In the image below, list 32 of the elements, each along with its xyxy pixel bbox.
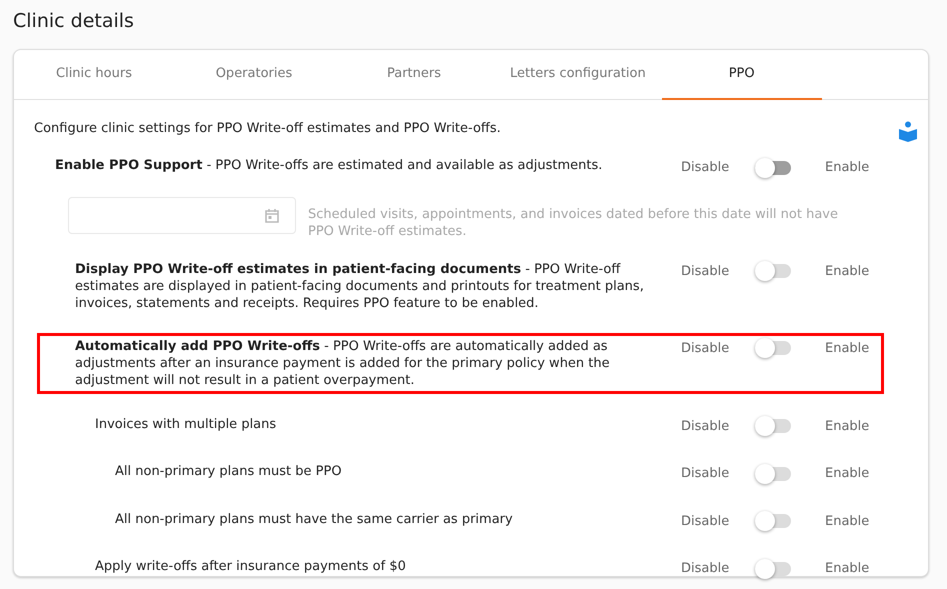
setting-description: Display PPO Write-off estimates in patient-facing documents - PPO Write-off estimates are displayed in patient-facing documents and printouts for treatment plans, invoices, statements and receipts. Requires PPO feature to be enabled. (75, 262, 644, 310)
disable-label: Disable (681, 262, 730, 280)
disable-label: Disable (681, 560, 730, 578)
date-note: Scheduled visits, appointments, and invoices dated before this date will not have PPO Write-off estimates. (308, 206, 839, 240)
enable-label: Enable (825, 560, 870, 578)
disable-label: Disable (681, 465, 730, 483)
tab[interactable]: Partners (334, 50, 494, 100)
setting-description: Enable PPO Support - PPO Write-offs are estimated and available as adjustments. (55, 158, 602, 173)
setting-description: Apply write-offs after insurance payments of $0 (95, 559, 406, 574)
enable-label: Enable (825, 262, 870, 280)
enable-label: Enable (825, 418, 870, 436)
toggle-switch[interactable] (755, 160, 791, 175)
tab[interactable]: Operatories (174, 50, 334, 100)
enable-label: Enable (825, 340, 870, 358)
disable-label: Disable (681, 340, 730, 358)
calendar-icon (265, 208, 279, 222)
disable-label: Disable (681, 159, 730, 177)
reading-person-icon[interactable] (898, 121, 918, 142)
intro-text: Configure clinic settings for PPO Write-off estimates and PPO Write-offs. (34, 120, 501, 138)
enable-label: Enable (825, 159, 870, 177)
disable-label: Disable (681, 418, 730, 436)
enable-label: Enable (825, 465, 870, 483)
disable-label: Disable (681, 512, 730, 530)
enable-label: Enable (825, 512, 870, 530)
page-title: Clinic details (13, 9, 135, 34)
tab[interactable]: Letters configuration (494, 50, 662, 100)
tab[interactable]: Clinic hours (14, 50, 174, 100)
tab[interactable]: PPO (662, 50, 822, 100)
setting-description: Invoices with multiple plans (95, 416, 276, 432)
setting-description: Automatically add PPO Write-offs - PPO Write-offs are automatically added as adjustments after an insurance payment is added for the primary policy when the adjustment will not result in a patient overpayment. (75, 338, 610, 388)
setting-description: All non-primary plans must have the same carrier as primary (115, 512, 513, 526)
setting-description: All non-primary plans must be PPO (115, 464, 342, 479)
